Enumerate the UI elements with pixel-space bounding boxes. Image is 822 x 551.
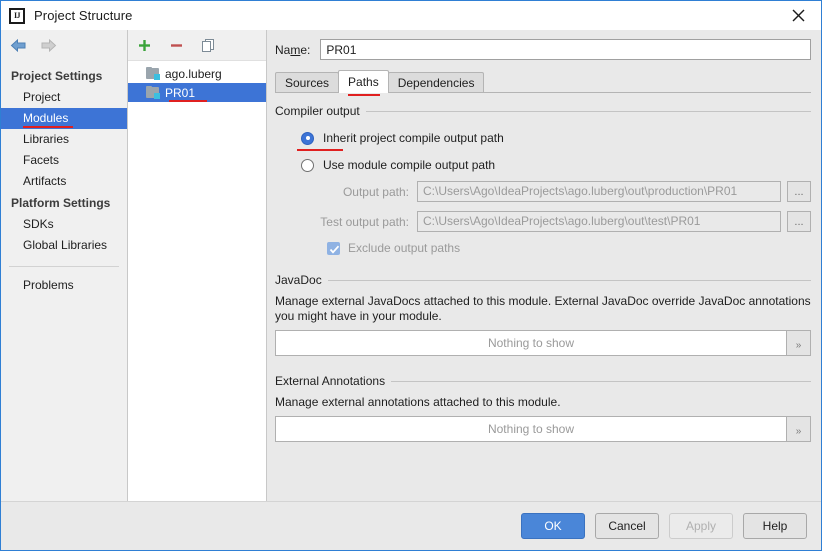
radio-use-module-output[interactable]: Use module compile output path [275,158,811,172]
radio-on-icon [301,131,314,145]
javadoc-expand-button[interactable]: » [787,330,811,356]
sidebar-divider [9,266,119,267]
sidebar-item-sdks[interactable]: SDKs [1,214,127,235]
javadoc-list-row: Nothing to show » [275,330,811,356]
module-item-pr01[interactable]: PR01 [128,83,266,102]
radio-module-label: Use module compile output path [323,158,496,172]
tab-sources[interactable]: Sources [275,72,340,93]
annotation-underline-pr01 [169,100,207,102]
module-item-label: PR01 [165,85,196,100]
annotation-underline-paths-tab [348,94,381,96]
modules-tree-panel: ago.luberg PR01 [128,30,267,501]
radio-inherit-project-output[interactable]: Inherit project compile output path [275,131,811,151]
javadoc-title: JavaDoc [275,273,322,287]
compiler-output-group-header: Compiler output [275,104,811,118]
test-output-path-row: Test output path: C:\Users\Ago\IdeaProje… [275,211,811,232]
nav-group-platform-settings: Platform Settings [11,196,111,210]
external-annotations-expand-button[interactable]: » [787,416,811,442]
copy-icon [201,38,214,52]
sidebar-item-problems[interactable]: Problems [1,275,127,296]
minus-icon [170,43,182,47]
output-path-input[interactable]: C:\Users\Ago\IdeaProjects\ago.luberg\out… [417,181,781,202]
group-rule [365,110,811,112]
intellij-idea-icon: IJ [9,7,25,24]
external-annotations-title: External Annotations [275,374,386,388]
external-annotations-description: Manage external annotations attached to … [275,395,561,409]
external-annotations-section: External Annotations Manage external ann… [275,374,811,442]
close-window-button[interactable] [776,1,821,30]
module-name-label: Name: [275,42,311,57]
compiler-output-title: Compiler output [275,104,360,118]
sidebar-item-libraries[interactable]: Libraries [1,129,127,150]
dialog-footer: OK Cancel Apply Help [1,501,821,550]
tab-paths[interactable]: Paths [338,70,389,96]
radio-inherit-label: Inherit project compile output path [323,131,504,145]
add-module-button[interactable] [134,35,154,55]
help-button[interactable]: Help [743,513,807,539]
external-annotations-empty-list[interactable]: Nothing to show [275,416,787,442]
arrow-right-icon [41,38,56,52]
close-icon [792,9,805,22]
back-button[interactable] [8,35,28,55]
checkbox-checked-icon [327,241,340,255]
test-output-path-label: Test output path: [320,214,409,229]
modules-list: ago.luberg PR01 [128,61,266,501]
sidebar-item-artifacts[interactable]: Artifacts [1,171,127,192]
project-structure-dialog: IJ Project Structure Project Settings Pr… [0,0,822,551]
module-folder-icon [146,86,160,99]
external-annotations-list-row: Nothing to show » [275,416,811,442]
tab-sources-label: Sources [285,76,330,90]
tab-dependencies-label: Dependencies [397,76,475,90]
output-path-row: Output path: C:\Users\Ago\IdeaProjects\a… [275,181,811,202]
test-output-path-browse-button[interactable]: ... [787,211,811,232]
sidebar-item-global-libraries[interactable]: Global Libraries [1,235,127,256]
navigation-arrows [1,30,127,60]
tab-paths-label: Paths [348,75,379,89]
dialog-body: Project Settings Project Modules Librari… [1,30,821,501]
ok-button[interactable]: OK [521,513,585,539]
sidebar-item-modules[interactable]: Modules [1,108,127,129]
javadoc-empty-list[interactable]: Nothing to show [275,330,787,356]
external-annotations-group-header: External Annotations [275,374,811,388]
tab-dependencies[interactable]: Dependencies [387,72,485,93]
module-folder-icon [146,67,160,80]
module-item-ago-luberg[interactable]: ago.luberg [128,64,266,83]
exclude-output-paths-label: Exclude output paths [348,241,461,255]
module-settings-content: Name: Sources Paths Dependencies [267,30,821,501]
exclude-output-paths-row[interactable]: Exclude output paths [275,241,811,255]
javadoc-section: JavaDoc Manage external JavaDocs attache… [275,273,811,356]
module-name-input[interactable] [320,39,811,60]
sidebar-item-project[interactable]: Project [1,87,127,108]
sidebar-item-modules-label: Modules [23,111,69,125]
title-bar: IJ Project Structure [1,1,821,30]
module-item-label: ago.luberg [165,66,222,81]
cancel-button[interactable]: Cancel [595,513,659,539]
window-title: Project Structure [34,8,133,23]
app-icon-text: IJ [13,10,21,20]
settings-sidebar: Project Settings Project Modules Librari… [1,30,128,501]
nav-group-project-settings: Project Settings [11,69,103,83]
settings-nav-list: Project Settings Project Modules Librari… [1,60,127,296]
sidebar-item-facets[interactable]: Facets [1,150,127,171]
module-tabs: Sources Paths Dependencies [275,70,811,96]
javadoc-group-header: JavaDoc [275,273,811,287]
paths-panel: Compiler output Inherit project compile … [275,93,811,501]
plus-icon [138,39,150,51]
test-output-path-input[interactable]: C:\Users\Ago\IdeaProjects\ago.luberg\out… [417,211,781,232]
radio-off-icon [301,158,314,172]
group-rule [391,380,811,382]
arrow-left-icon [10,38,25,52]
remove-module-button[interactable] [166,35,186,55]
annotation-underline-inherit-radio [297,149,343,151]
javadoc-description: Manage external JavaDocs attached to thi… [275,294,811,323]
group-rule [327,279,811,281]
output-path-browse-button[interactable]: ... [787,181,811,202]
annotation-underline-modules [23,126,73,128]
apply-button: Apply [669,513,733,539]
output-path-label: Output path: [342,184,409,199]
modules-toolbar [128,30,266,61]
copy-module-button[interactable] [198,35,218,55]
forward-button[interactable] [38,35,58,55]
module-name-row: Name: [275,39,811,60]
